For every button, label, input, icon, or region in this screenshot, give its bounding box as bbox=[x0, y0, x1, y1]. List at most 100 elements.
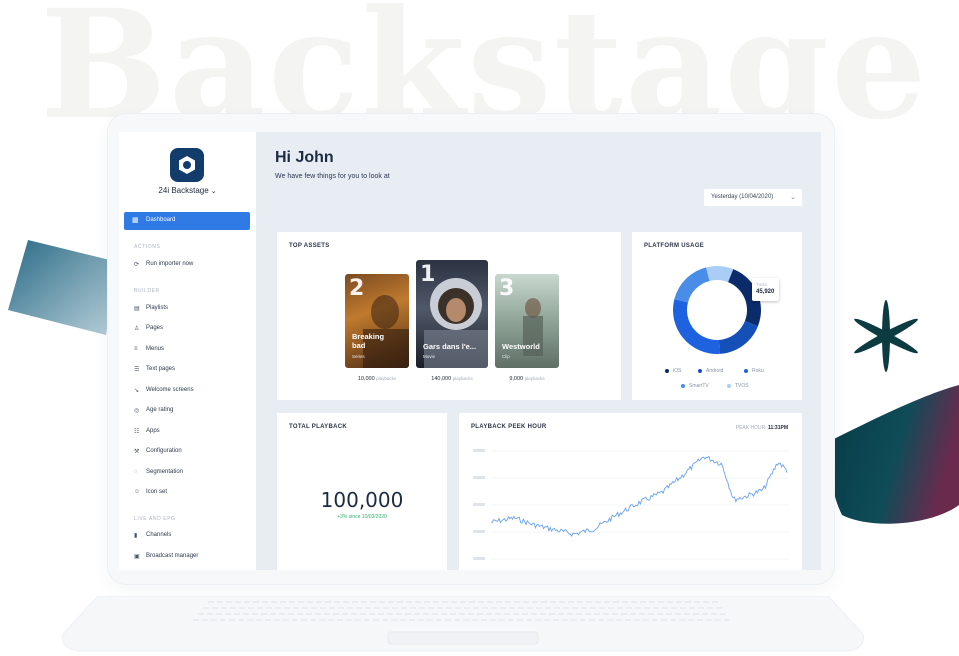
total-playback-value: 100,000 bbox=[320, 488, 404, 512]
tooltip-value: 45,920 bbox=[756, 289, 775, 295]
asset-rank: 1 bbox=[420, 262, 436, 287]
sidebar-item-dashboard[interactable]: ▦ Dashboard bbox=[124, 212, 250, 230]
asset-title: Breaking bad bbox=[352, 332, 385, 350]
sidebar-item-label: Text pages bbox=[146, 366, 176, 372]
asset-playbacks-value: 9,000 bbox=[509, 376, 524, 382]
asset-poster-westworld[interactable]: 3 Westworld Clip bbox=[495, 274, 559, 368]
apps-icon: ☷ bbox=[134, 429, 140, 435]
asterisk-decoration-icon bbox=[854, 300, 918, 372]
card-title: PLAYBACK PEEK HOUR bbox=[471, 424, 547, 430]
sidebar-item-label: Channels bbox=[146, 532, 172, 538]
top-assets-card: TOP ASSETS 2 Breaking bad Series 1 Gars … bbox=[277, 232, 621, 400]
asset-type: Movie bbox=[423, 354, 436, 359]
date-select-value: Yesterday (10/04/2020) bbox=[711, 194, 774, 200]
sidebar-item-label: Icon set bbox=[146, 489, 168, 495]
text-icon: ☰ bbox=[134, 367, 140, 373]
legend-item-android: Android bbox=[698, 368, 723, 374]
peak-hour-label: PEAK HOUR: bbox=[735, 425, 767, 431]
tooltip-label: TVOS bbox=[756, 282, 767, 287]
legend-label: iOS bbox=[673, 368, 682, 374]
sidebar-item-label: Dashboard bbox=[146, 217, 176, 223]
asset-type: Clip bbox=[502, 354, 510, 359]
chart-tooltip: TVOS 45,920 bbox=[752, 278, 779, 301]
asset-playbacks: 140,000 playbacks bbox=[420, 376, 484, 382]
donut-slice-smarttv[interactable] bbox=[674, 267, 710, 303]
chevron-down-icon: ⌄ bbox=[210, 188, 217, 195]
page-subtitle: We have few things for you to look at bbox=[275, 173, 390, 180]
age-rating-icon: ◎ bbox=[134, 408, 140, 414]
asset-rank: 2 bbox=[349, 276, 365, 301]
sidebar-item-label: Configuration bbox=[146, 448, 182, 454]
playback-line-chart[interactable] bbox=[471, 441, 791, 570]
sidebar-item-label: Segmentation bbox=[146, 469, 184, 475]
playback-trend-line bbox=[490, 455, 788, 538]
chart-gridlines bbox=[491, 450, 789, 560]
legend-label: Roku bbox=[752, 368, 764, 374]
sidebar-item-label: Age rating bbox=[146, 407, 174, 413]
peak-hour-time: 11:31PM bbox=[767, 425, 788, 431]
legend-label: TVOS bbox=[735, 383, 749, 389]
chevron-down-icon: ⌄ bbox=[790, 194, 796, 201]
asset-title: Westworld bbox=[502, 342, 540, 351]
sidebar-item-label: Broadcast manager bbox=[146, 553, 199, 559]
total-playback-card: TOTAL PLAYBACK 100,000 +3% since 10/03/2… bbox=[277, 413, 447, 570]
asset-playbacks: 10,000 playbacks bbox=[345, 376, 409, 382]
asset-poster-breaking-bad[interactable]: 2 Breaking bad Series bbox=[345, 274, 409, 368]
asset-playbacks-unit: playbacks bbox=[524, 376, 545, 381]
donut-slice-roku[interactable] bbox=[673, 299, 720, 354]
sidebar-item-label: Pages bbox=[146, 325, 164, 331]
card-title: PLATFORM USAGE bbox=[644, 243, 705, 249]
channels-icon: ▮ bbox=[134, 533, 138, 539]
sidebar-section-builder: BUILDER bbox=[134, 288, 160, 294]
peak-hour: PEAK HOUR: 11:31PM bbox=[736, 425, 788, 431]
donut-slice-android[interactable] bbox=[718, 321, 758, 354]
sidebar: 24i Backstage ⌄ ▦ Dashboard ACTIONS ⟳ Run … bbox=[119, 132, 256, 570]
sidebar-section-live-epg: LIVE AND EPG bbox=[134, 516, 176, 522]
legend-item-smarttv: SmartTV bbox=[681, 383, 709, 389]
dashboard-screen: 24i Backstage ⌄ ▦ Dashboard ACTIONS ⟳ Run … bbox=[119, 132, 821, 570]
brand-switcher[interactable]: 24i Backstage ⌄ bbox=[119, 186, 256, 195]
sidebar-section-actions: ACTIONS bbox=[134, 244, 161, 250]
card-title: TOTAL PLAYBACK bbox=[289, 424, 347, 430]
decorative-shape-right bbox=[832, 385, 959, 524]
laptop-keyboard-base bbox=[62, 596, 864, 652]
asset-playbacks-value: 10,000 bbox=[357, 376, 375, 382]
asset-poster-first-man[interactable]: 1 Gars dans l'e... Movie bbox=[416, 260, 488, 368]
sidebar-item-label: Menus bbox=[146, 346, 165, 352]
legend-dot bbox=[665, 368, 669, 373]
logo-icon[interactable] bbox=[170, 148, 204, 182]
icon-set-icon: ☺ bbox=[134, 489, 141, 495]
legend-label: SmartTV bbox=[689, 383, 709, 389]
segmentation-icon: ◌ bbox=[134, 469, 138, 475]
sidebar-item-label: Run importer now bbox=[146, 261, 194, 267]
brand-name: 24i Backstage bbox=[158, 186, 209, 195]
legend-dot bbox=[744, 368, 748, 373]
legend-item-tvos: TVOS bbox=[727, 383, 749, 389]
chart-y-ticks bbox=[473, 449, 485, 560]
pages-icon: ♙ bbox=[134, 326, 140, 332]
total-playback-change: +3% since 10/03/2020 bbox=[337, 514, 387, 520]
main-content: Hi John We have few things for you to lo… bbox=[256, 132, 821, 570]
asset-rank: 3 bbox=[499, 276, 515, 301]
asset-title: Gars dans l'e... bbox=[423, 342, 477, 351]
sidebar-item-label: Apps bbox=[146, 428, 160, 434]
sidebar-item-label: Playlists bbox=[146, 305, 169, 311]
asset-playbacks: 9,000 playbacks bbox=[495, 376, 559, 382]
asset-type: Series bbox=[352, 354, 365, 359]
menu-icon: ≡ bbox=[134, 346, 138, 352]
platform-usage-donut-chart[interactable] bbox=[667, 260, 767, 360]
dashboard-icon: ▦ bbox=[132, 217, 139, 224]
platform-usage-card: PLATFORM USAGE TVOS 45,920 iOS Android R… bbox=[632, 232, 802, 400]
card-title: TOP ASSETS bbox=[289, 243, 330, 249]
legend-item-roku: Roku bbox=[744, 368, 764, 374]
legend-dot bbox=[698, 368, 702, 373]
calendar-icon: ▣ bbox=[134, 554, 140, 560]
playback-peak-card: PLAYBACK PEEK HOUR PEAK HOUR: 11:31PM bbox=[459, 413, 802, 570]
sidebar-item-label: Welcome screens bbox=[146, 387, 194, 393]
page-title: Hi John bbox=[275, 149, 334, 166]
legend-dot bbox=[681, 383, 685, 388]
sync-icon: ⟳ bbox=[134, 262, 140, 268]
date-select[interactable]: Yesterday (10/04/2020) ⌄ bbox=[704, 189, 802, 206]
asset-playbacks-value: 140,000 bbox=[431, 376, 452, 382]
asset-playbacks-unit: playbacks bbox=[452, 376, 473, 381]
